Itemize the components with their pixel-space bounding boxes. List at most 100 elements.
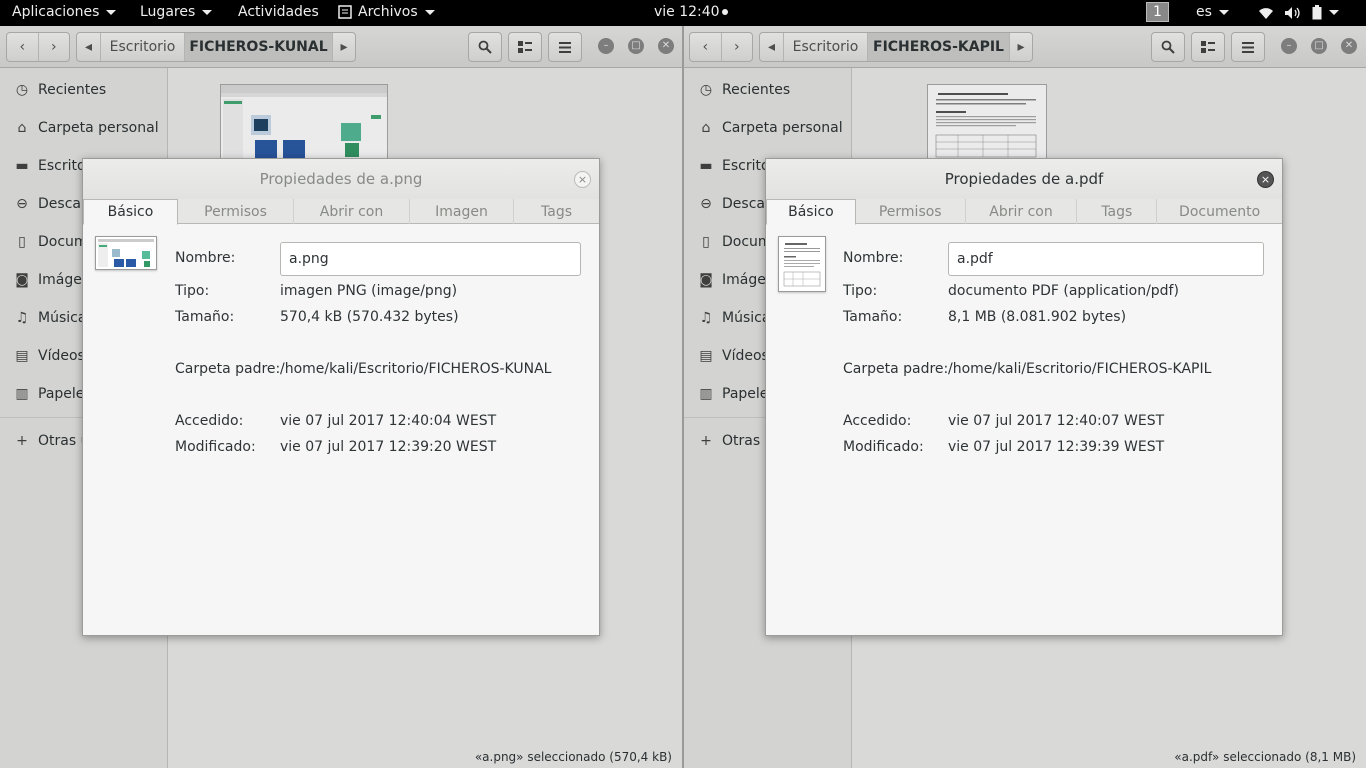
path-scroll-right-button[interactable]: ▸ bbox=[1010, 33, 1032, 61]
view-toggle-button[interactable] bbox=[1191, 32, 1225, 62]
sidebar-item-recent[interactable]: ◷ Recientes bbox=[14, 78, 106, 102]
wifi-icon bbox=[1259, 7, 1273, 19]
tab-permissions[interactable]: Permisos bbox=[178, 199, 294, 224]
system-menu[interactable] bbox=[1258, 5, 1339, 20]
path-segment-parent[interactable]: Escritorio bbox=[101, 33, 185, 61]
files-app-menu[interactable]: Archivos bbox=[338, 4, 435, 20]
places-label: Lugares bbox=[140, 4, 196, 20]
tab-open-with[interactable]: Abrir con bbox=[966, 199, 1078, 224]
workspace-indicator[interactable]: 1 bbox=[1146, 2, 1169, 22]
minimize-button[interactable]: – bbox=[1281, 38, 1297, 54]
path-segment-parent[interactable]: Escritorio bbox=[784, 33, 868, 61]
search-button[interactable] bbox=[1151, 32, 1185, 62]
type-value: imagen PNG (image/png) bbox=[280, 283, 458, 299]
file-icon-button[interactable] bbox=[95, 236, 157, 270]
folder-icon: ▬ bbox=[15, 158, 29, 174]
minimize-icon: – bbox=[1286, 40, 1292, 51]
close-window-button[interactable]: ✕ bbox=[658, 38, 674, 54]
video-icon: ▤ bbox=[699, 348, 713, 364]
search-icon bbox=[478, 40, 492, 54]
close-window-button[interactable]: ✕ bbox=[1341, 38, 1357, 54]
clock[interactable]: vie 12:40 bbox=[654, 4, 728, 20]
sidebar-item-videos[interactable]: ▤ Vídeos bbox=[14, 344, 84, 368]
tab-tags[interactable]: Tags bbox=[514, 199, 599, 224]
name-field[interactable]: a.pdf bbox=[948, 242, 1264, 276]
back-button[interactable]: ‹ bbox=[7, 33, 39, 61]
maximize-icon: □ bbox=[1314, 40, 1324, 51]
sidebar-item-videos[interactable]: ▤ Vídeos bbox=[698, 344, 769, 368]
tab-image[interactable]: Imagen bbox=[410, 199, 514, 224]
applications-menu[interactable]: Aplicaciones bbox=[12, 4, 117, 20]
tab-tags[interactable]: Tags bbox=[1077, 199, 1158, 224]
language-menu[interactable]: es bbox=[1196, 4, 1229, 20]
type-label: Tipo: bbox=[175, 283, 210, 299]
name-field[interactable]: a.png bbox=[280, 242, 581, 276]
sidebar-item-label: Vídeos bbox=[722, 348, 769, 364]
language-label: es bbox=[1196, 4, 1212, 20]
folder-icon: ▬ bbox=[699, 158, 713, 174]
tab-document[interactable]: Documento bbox=[1157, 199, 1282, 224]
path-segment-current[interactable]: FICHEROS-KUNAL bbox=[185, 33, 333, 61]
places-menu[interactable]: Lugares bbox=[140, 4, 213, 20]
list-view-icon bbox=[1201, 41, 1215, 53]
header-bar: ‹ › ◂ Escritorio FICHEROS-KAPIL ▸ – □ ✕ bbox=[684, 26, 1366, 68]
sidebar-item-label: Carpeta personal bbox=[38, 120, 159, 136]
activities-label: Actividades bbox=[238, 4, 319, 20]
back-button[interactable]: ‹ bbox=[690, 33, 722, 61]
trash-icon: ▥ bbox=[15, 386, 29, 402]
tab-permissions[interactable]: Permisos bbox=[856, 199, 966, 224]
top-bar: Aplicaciones Lugares Actividades Archivo… bbox=[0, 0, 1366, 26]
header-bar: ‹ › ◂ Escritorio FICHEROS-KUNAL ▸ – □ ✕ bbox=[0, 26, 682, 68]
path-scroll-left-button[interactable]: ◂ bbox=[77, 33, 101, 61]
tab-basic[interactable]: Básico bbox=[83, 199, 178, 225]
search-icon bbox=[1161, 40, 1175, 54]
files-app-icon bbox=[338, 5, 352, 19]
forward-button[interactable]: › bbox=[722, 33, 753, 61]
plus-icon: + bbox=[700, 433, 712, 449]
chevron-right-icon: › bbox=[50, 39, 57, 55]
notification-dot-icon bbox=[721, 9, 728, 15]
activities-button[interactable]: Actividades bbox=[238, 4, 319, 20]
sidebar-item-home[interactable]: ⌂ Carpeta personal bbox=[698, 116, 843, 140]
forward-button[interactable]: › bbox=[39, 33, 70, 61]
maximize-button[interactable]: □ bbox=[1311, 38, 1327, 54]
clock-icon: ◷ bbox=[15, 82, 29, 98]
path-scroll-right-button[interactable]: ▸ bbox=[333, 33, 355, 61]
sidebar-item-music[interactable]: ♫ Música bbox=[698, 306, 771, 330]
battery-icon bbox=[1312, 5, 1322, 20]
sidebar-item-home[interactable]: ⌂ Carpeta personal bbox=[14, 116, 159, 140]
tab-open-with[interactable]: Abrir con bbox=[294, 199, 410, 224]
tab-label: Abrir con bbox=[989, 203, 1053, 220]
tab-basic[interactable]: Básico bbox=[766, 199, 856, 225]
chevron-left-icon: ‹ bbox=[702, 39, 709, 55]
path-scroll-left-button[interactable]: ◂ bbox=[760, 33, 784, 61]
dialog-close-button[interactable]: × bbox=[574, 171, 591, 188]
minimize-button[interactable]: – bbox=[598, 38, 614, 54]
search-button[interactable] bbox=[468, 32, 502, 62]
camera-icon: ◙ bbox=[15, 272, 29, 288]
name-label: Nombre: bbox=[843, 250, 904, 266]
document-icon: ▯ bbox=[702, 234, 710, 250]
menu-button[interactable] bbox=[1231, 32, 1265, 62]
dialog-close-button[interactable]: × bbox=[1257, 171, 1274, 188]
sidebar-item-label: Música bbox=[722, 310, 771, 326]
sidebar-item-music[interactable]: ♫ Música bbox=[14, 306, 87, 330]
size-value: 8,1 MB (8.081.902 bytes) bbox=[948, 309, 1127, 325]
sidebar-item-recent[interactable]: ◷ Recientes bbox=[698, 78, 790, 102]
menu-button[interactable] bbox=[548, 32, 582, 62]
modified-value: vie 07 jul 2017 12:39:39 WEST bbox=[948, 439, 1165, 455]
music-icon: ♫ bbox=[699, 310, 713, 326]
sidebar-item-label: Recientes bbox=[38, 82, 107, 98]
dialog-titlebar[interactable]: Propiedades de a.png bbox=[83, 159, 599, 199]
clock-label: vie 12:40 bbox=[654, 4, 720, 20]
view-toggle-button[interactable] bbox=[508, 32, 542, 62]
file-icon-button[interactable] bbox=[778, 236, 826, 292]
path-segment-current[interactable]: FICHEROS-KAPIL bbox=[868, 33, 1010, 61]
file-thumbnail-png[interactable] bbox=[220, 84, 388, 160]
maximize-button[interactable]: □ bbox=[628, 38, 644, 54]
dialog-tabs: Básico Permisos Abrir con Tags Documento bbox=[766, 199, 1282, 225]
chevron-left-icon: ‹ bbox=[19, 39, 26, 55]
dialog-titlebar[interactable]: Propiedades de a.pdf bbox=[766, 159, 1282, 199]
name-label: Nombre: bbox=[175, 250, 236, 266]
file-thumbnail-pdf[interactable] bbox=[927, 84, 1047, 160]
